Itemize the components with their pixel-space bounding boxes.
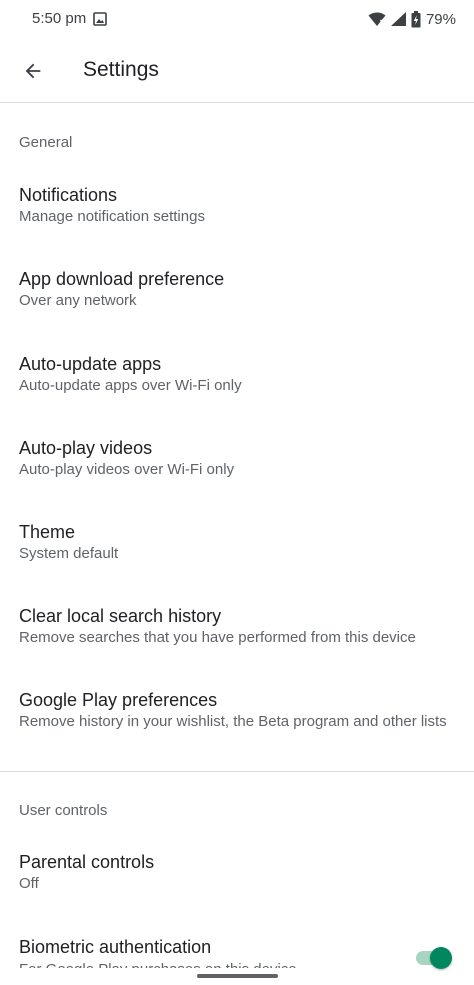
item-subtitle: Auto-play videos over Wi-Fi only xyxy=(19,461,235,478)
settings-item-biometric-authentication[interactable]: Biometric authentication xyxy=(0,935,474,961)
item-subtitle: For Google Play purchases on this device xyxy=(19,960,319,968)
settings-item-notifications[interactable]: Notifications Manage notification settin… xyxy=(0,183,474,227)
battery-percentage: 79% xyxy=(425,10,456,28)
item-subtitle: Remove searches that you have performed … xyxy=(19,629,416,646)
status-time: 5:50 pm xyxy=(32,10,87,27)
toggle-thumb xyxy=(430,947,452,969)
item-title: Auto-play videos xyxy=(19,438,153,458)
biometric-subtitle-clip: For Google Play purchases on this device xyxy=(19,960,319,968)
section-header-user-controls: User controls xyxy=(19,802,108,819)
item-title: Theme xyxy=(19,522,76,542)
item-title: Notifications xyxy=(19,185,118,205)
wifi-icon xyxy=(368,12,386,26)
settings-item-auto-update-apps[interactable]: Auto-update apps Auto-update apps over W… xyxy=(0,352,474,396)
item-subtitle: System default xyxy=(19,545,119,562)
item-subtitle: Off xyxy=(19,875,39,892)
item-title: Parental controls xyxy=(19,852,155,872)
biometric-toggle[interactable] xyxy=(414,946,454,970)
item-title: Auto-update apps xyxy=(19,354,162,374)
app-bar: Settings xyxy=(0,40,474,103)
settings-item-app-download-preference[interactable]: App download preference Over any network xyxy=(0,267,474,311)
item-subtitle: Over any network xyxy=(19,292,137,309)
gallery-notification-icon xyxy=(93,12,107,26)
gesture-navigation-bar[interactable] xyxy=(197,974,278,978)
item-title: App download preference xyxy=(19,269,225,289)
item-title: Clear local search history xyxy=(19,606,222,626)
settings-item-auto-play-videos[interactable]: Auto-play videos Auto-play videos over W… xyxy=(0,436,474,480)
settings-item-theme[interactable]: Theme System default xyxy=(0,520,474,564)
settings-item-parental-controls[interactable]: Parental controls Off xyxy=(0,850,474,894)
status-bar: 5:50 pm 79% xyxy=(0,0,474,40)
battery-charging-icon xyxy=(411,10,421,27)
settings-item-clear-search-history[interactable]: Clear local search history Remove search… xyxy=(0,604,474,648)
item-title: Biometric authentication xyxy=(19,937,212,957)
item-title: Google Play preferences xyxy=(19,690,218,710)
page-title: Settings xyxy=(83,58,159,81)
item-subtitle: Remove history in your wishlist, the Bet… xyxy=(19,713,447,730)
item-subtitle: Auto-update apps over Wi-Fi only xyxy=(19,377,242,394)
status-icons: 79% xyxy=(368,9,456,29)
settings-item-google-play-preferences[interactable]: Google Play preferences Remove history i… xyxy=(0,688,474,732)
section-header-general: General xyxy=(19,134,73,151)
section-divider xyxy=(0,771,474,772)
arrow-back-icon xyxy=(25,63,41,79)
item-subtitle: Manage notification settings xyxy=(19,208,205,225)
back-button[interactable] xyxy=(12,50,54,92)
cellular-signal-icon xyxy=(390,12,406,26)
